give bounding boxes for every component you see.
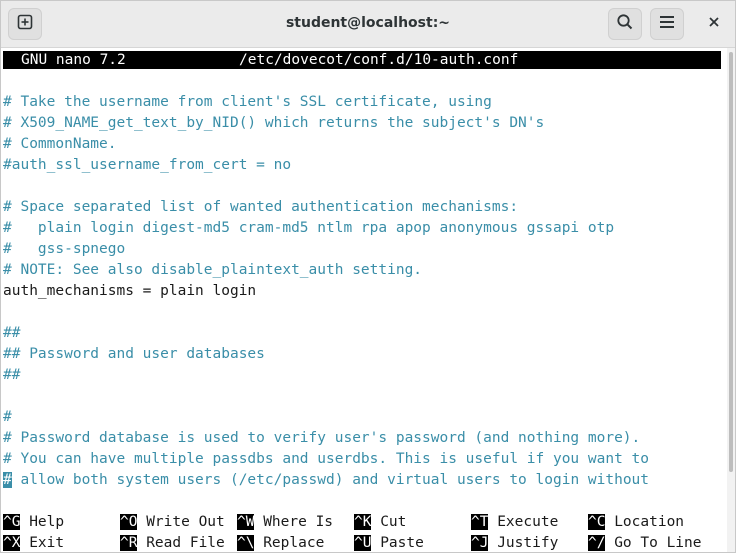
- shortcut-where-is[interactable]: ^W Where Is: [237, 512, 333, 533]
- terminal-window: student@localhost:~ GNU nano 7.2 /etc/do…: [0, 0, 736, 553]
- scrollbar[interactable]: [727, 48, 735, 552]
- shortcut-key: ^W: [237, 514, 255, 530]
- shortcut-write-out[interactable]: ^O Write Out: [120, 512, 225, 533]
- editor-line[interactable]: ## Password and user databases: [3, 344, 265, 365]
- shortcut-replace[interactable]: ^\ Replace: [237, 533, 325, 552]
- editor-line[interactable]: #: [3, 407, 12, 428]
- editor-line[interactable]: # plain login digest-md5 cram-md5 ntlm r…: [3, 218, 614, 239]
- nano-header-bar: GNU nano 7.2 /etc/dovecot/conf.d/10-auth…: [3, 51, 721, 69]
- shortcut-label: Where Is: [254, 514, 334, 530]
- hamburger-menu-icon: [659, 15, 675, 34]
- editor-line[interactable]: # allow both system users (/etc/passwd) …: [3, 470, 649, 491]
- shortcut-go-to-line[interactable]: ^/ Go To Line: [588, 533, 702, 552]
- search-icon: [616, 13, 634, 36]
- editor-line[interactable]: # You can have multiple passdbs and user…: [3, 449, 649, 470]
- editor-line[interactable]: ##: [3, 323, 20, 344]
- shortcut-key: ^X: [3, 535, 21, 551]
- shortcut-location[interactable]: ^C Location: [588, 512, 684, 533]
- editor-line[interactable]: # X509_NAME_get_text_by_NID() which retu…: [3, 113, 544, 134]
- close-button[interactable]: [698, 8, 730, 40]
- editor-line[interactable]: # Password database is used to verify us…: [3, 428, 640, 449]
- line-text: allow both system users (/etc/passwd) an…: [11, 472, 650, 488]
- shortcut-key: ^R: [120, 535, 138, 551]
- editor-line[interactable]: # Space separated list of wanted authent…: [3, 197, 518, 218]
- shortcut-execute[interactable]: ^T Execute: [471, 512, 558, 533]
- shortcut-label: Write Out: [137, 514, 225, 530]
- shortcut-key: ^K: [354, 514, 372, 530]
- editor-line[interactable]: auth_mechanisms = plain login: [3, 281, 256, 302]
- shortcut-label: Paste: [371, 535, 424, 551]
- menu-button[interactable]: [650, 8, 684, 40]
- shortcut-exit[interactable]: ^X Exit: [3, 533, 65, 552]
- shortcut-help[interactable]: ^G Help: [3, 512, 64, 533]
- shortcut-read-file[interactable]: ^R Read File: [120, 533, 225, 552]
- nano-version: GNU nano 7.2: [21, 52, 126, 68]
- shortcut-key: ^J: [471, 535, 489, 551]
- shortcut-paste[interactable]: ^U Paste: [354, 533, 424, 552]
- editor-line[interactable]: # NOTE: See also disable_plaintext_auth …: [3, 260, 422, 281]
- shortcut-label: Location: [605, 514, 685, 530]
- shortcut-key: ^O: [120, 514, 138, 530]
- editor-line[interactable]: # gss-spnego: [3, 239, 125, 260]
- editor-line[interactable]: # Take the username from client's SSL ce…: [3, 92, 492, 113]
- terminal-content[interactable]: GNU nano 7.2 /etc/dovecot/conf.d/10-auth…: [1, 48, 727, 552]
- title-bar: student@localhost:~: [1, 1, 735, 48]
- nano-filename: /etc/dovecot/conf.d/10-auth.conf: [239, 52, 519, 68]
- editor-line[interactable]: #auth_ssl_username_from_cert = no: [3, 155, 291, 176]
- search-button[interactable]: [608, 8, 642, 40]
- shortcut-justify[interactable]: ^J Justify: [471, 533, 559, 552]
- shortcut-label: Replace: [254, 535, 325, 551]
- shortcut-key: ^/: [588, 535, 606, 551]
- shortcut-label: Read File: [137, 535, 225, 551]
- shortcut-cut[interactable]: ^K Cut: [354, 512, 406, 533]
- shortcut-label: Justify: [488, 535, 559, 551]
- scrollbar-thumb[interactable]: [729, 52, 733, 472]
- shortcut-key: ^G: [3, 514, 21, 530]
- shortcut-label: Exit: [20, 535, 65, 551]
- shortcut-key: ^U: [354, 535, 372, 551]
- shortcut-label: Execute: [488, 514, 559, 530]
- editor-line[interactable]: ##: [3, 365, 20, 386]
- shortcut-label: Help: [20, 514, 65, 530]
- editor-line[interactable]: # CommonName.: [3, 134, 117, 155]
- shortcut-key: ^\: [237, 535, 255, 551]
- shortcut-key: ^T: [471, 514, 489, 530]
- shortcut-label: Cut: [371, 514, 407, 530]
- close-icon: [708, 15, 720, 33]
- shortcut-key: ^C: [588, 514, 606, 530]
- shortcut-label: Go To Line: [605, 535, 702, 551]
- text-cursor: #: [3, 472, 12, 488]
